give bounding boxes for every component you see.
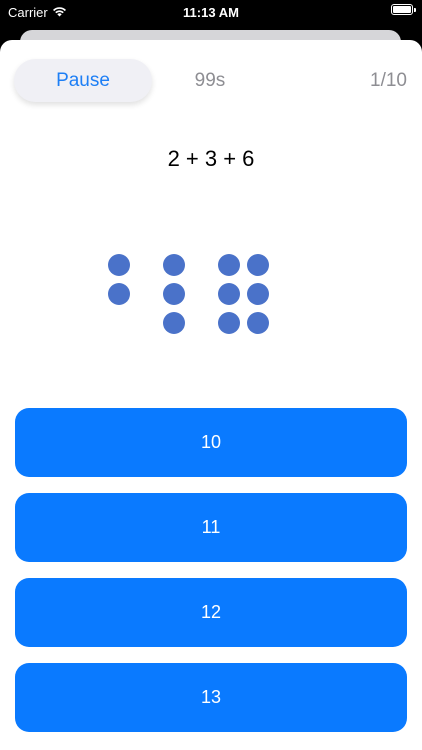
status-time: 11:13 AM <box>183 5 239 20</box>
battery-icon <box>391 4 416 15</box>
group-3-dot <box>218 312 240 334</box>
group-2-dot <box>163 254 185 276</box>
group-3-dot <box>218 254 240 276</box>
quiz-sheet: Pause 99s 1/10 2 + 3 + 6 10 11 12 13 <box>0 40 422 750</box>
group-3-dot <box>247 254 269 276</box>
answer-button-1[interactable]: 10 <box>15 408 407 477</box>
answer-button-3[interactable]: 12 <box>15 578 407 647</box>
group-1-dot <box>108 283 130 305</box>
group-2-dot <box>163 283 185 305</box>
group-3-dot <box>218 283 240 305</box>
group-3-dot <box>247 312 269 334</box>
answer-button-4[interactable]: 13 <box>15 663 407 732</box>
group-1-dot <box>108 254 130 276</box>
status-bar: Carrier 11:13 AM <box>0 0 422 26</box>
group-2-dot <box>163 312 185 334</box>
answer-button-2[interactable]: 11 <box>15 493 407 562</box>
battery-level <box>393 6 411 13</box>
dot-groups <box>0 40 422 380</box>
group-3-dot <box>247 283 269 305</box>
